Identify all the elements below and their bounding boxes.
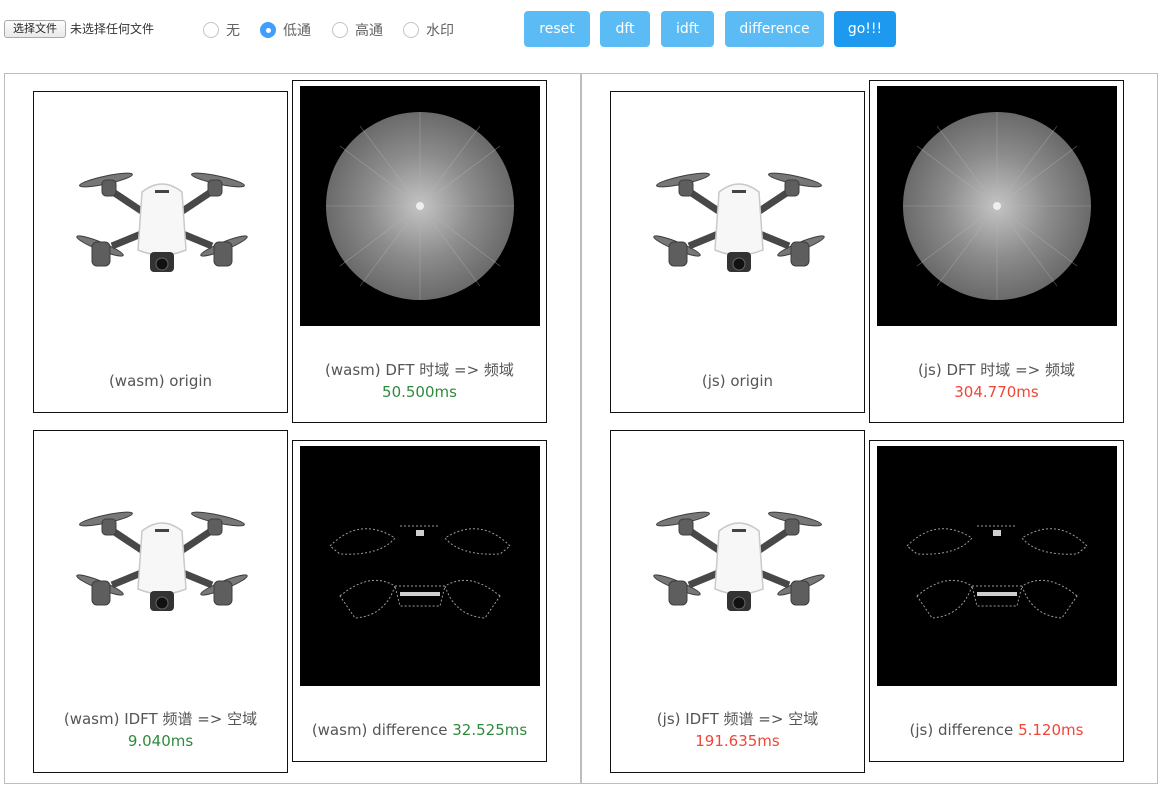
caption-text: (js) difference bbox=[909, 721, 1014, 739]
radio-circle-icon bbox=[403, 22, 419, 38]
card-caption: (wasm) IDFT 频谱 => 空域 bbox=[63, 710, 258, 728]
drone-image bbox=[639, 493, 839, 633]
radio-label: 无 bbox=[226, 23, 240, 39]
radio-label: 高通 bbox=[355, 23, 383, 39]
radio-label: 水印 bbox=[426, 23, 454, 39]
radio-label: 低通 bbox=[283, 23, 311, 39]
card-caption: (js) difference 5.120ms bbox=[870, 719, 1123, 741]
timing-text: 32.525ms bbox=[452, 721, 528, 739]
js-difference-card: (js) difference 5.120ms bbox=[869, 440, 1124, 762]
go-button[interactable]: go!!! bbox=[834, 11, 896, 47]
radio-lowpass[interactable]: 低通 bbox=[260, 21, 311, 39]
caption-text: (wasm) difference bbox=[311, 721, 448, 739]
timing-text: 191.635ms bbox=[695, 732, 780, 750]
wasm-origin-card: (wasm) origin bbox=[33, 91, 288, 413]
timing-text: 5.120ms bbox=[1018, 721, 1084, 739]
timing-text: 9.040ms bbox=[127, 732, 194, 750]
card-caption: (wasm) origin bbox=[108, 372, 213, 390]
idft-button[interactable]: idft bbox=[661, 11, 714, 47]
reset-button[interactable]: reset bbox=[524, 11, 590, 47]
drone-image bbox=[639, 154, 839, 294]
radio-circle-icon bbox=[203, 22, 219, 38]
radio-circle-icon bbox=[332, 22, 348, 38]
radio-highpass[interactable]: 高通 bbox=[332, 21, 383, 39]
radio-none[interactable]: 无 bbox=[203, 21, 240, 39]
card-caption: (js) origin bbox=[701, 372, 774, 390]
file-status-text: 未选择任何文件 bbox=[70, 22, 155, 36]
js-dft-card: (js) DFT 时域 => 频域 304.770ms bbox=[869, 80, 1124, 423]
dft-spectrum-image bbox=[300, 86, 540, 326]
card-caption: (wasm) DFT 时域 => 频域 bbox=[325, 361, 514, 379]
wasm-difference-card: (wasm) difference 32.525ms bbox=[292, 440, 547, 762]
choose-file-button[interactable]: 选择文件 bbox=[4, 20, 66, 38]
difference-button[interactable]: difference bbox=[725, 11, 824, 47]
js-origin-card: (js) origin bbox=[610, 91, 865, 413]
wasm-dft-card: (wasm) DFT 时域 => 频域 50.500ms bbox=[292, 80, 547, 423]
radio-circle-checked-icon bbox=[260, 22, 276, 38]
timing-text: 304.770ms bbox=[954, 383, 1039, 401]
card-caption: (js) IDFT 频谱 => 空域 bbox=[656, 710, 819, 728]
drone-image bbox=[62, 493, 262, 633]
drone-image bbox=[62, 154, 262, 294]
difference-image bbox=[877, 446, 1117, 686]
dft-spectrum-image bbox=[877, 86, 1117, 326]
js-idft-card: (js) IDFT 频谱 => 空域 191.635ms bbox=[610, 430, 865, 773]
difference-image bbox=[300, 446, 540, 686]
wasm-idft-card: (wasm) IDFT 频谱 => 空域 9.040ms bbox=[33, 430, 288, 773]
radio-watermark[interactable]: 水印 bbox=[403, 21, 454, 39]
card-caption: (js) DFT 时域 => 频域 bbox=[918, 361, 1075, 379]
card-caption: (wasm) difference 32.525ms bbox=[293, 719, 546, 741]
dft-button[interactable]: dft bbox=[600, 11, 650, 47]
timing-text: 50.500ms bbox=[382, 383, 457, 401]
